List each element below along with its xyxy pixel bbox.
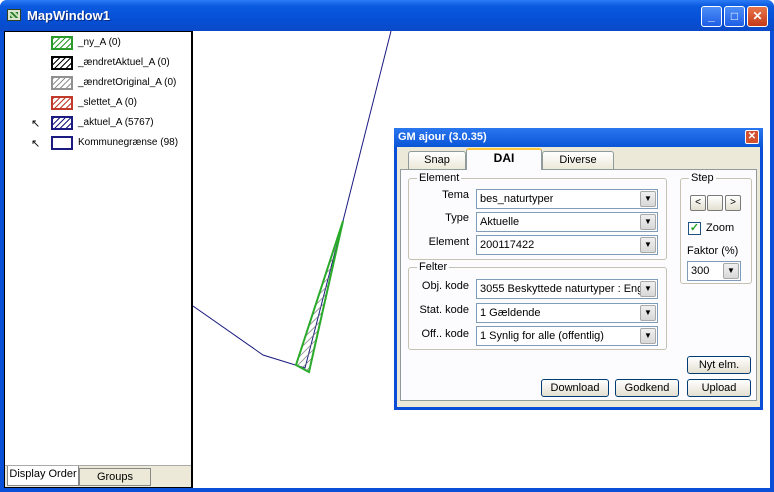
faktor-value: 300 (691, 265, 710, 277)
chevron-down-icon[interactable]: ▼ (640, 305, 656, 321)
faktor-select[interactable]: 300 ▼ (687, 261, 741, 281)
obj-kode-select[interactable]: 3055 Beskyttede naturtyper : Eng ▼ (476, 279, 658, 299)
felter-group-label: Felter (417, 261, 450, 273)
layer-symbol-icon (51, 76, 73, 90)
legend-layer[interactable]: ↖ Kommunegrænse (98) (5, 134, 191, 152)
gm-ajour-dialog: GM ajour (3.0.35) ✕ Snap DAI Diverse Ele… (394, 128, 763, 410)
pointer-icon: ↖ (31, 118, 41, 130)
upload-button[interactable]: Upload (687, 379, 751, 397)
dai-tab-pane: Element Tema bes_naturtyper ▼ Type Aktue… (400, 169, 757, 401)
selected-polygon (294, 220, 344, 374)
type-label: Type (445, 212, 469, 224)
obj-kode-value: 3055 Beskyttede naturtyper : Eng (480, 283, 640, 295)
stat-kode-value: 1 Gældende (480, 307, 541, 319)
chevron-down-icon[interactable]: ▼ (640, 281, 656, 297)
layer-symbol-icon (51, 116, 73, 130)
tema-value: bes_naturtyper (480, 193, 554, 205)
chevron-down-icon[interactable]: ▼ (640, 191, 656, 207)
tab-display-order[interactable]: Display Order (7, 466, 79, 486)
dialog-title: GM ajour (3.0.35) (398, 131, 487, 143)
download-button[interactable]: Download (541, 379, 609, 397)
layer-label: Kommunegrænse (98) (78, 137, 179, 148)
nyt-elm-button[interactable]: Nyt elm. (687, 356, 751, 374)
layer-label: _ændretAktuel_A (0) (78, 57, 170, 68)
layer-symbol-icon (51, 136, 73, 150)
dialog-close-button[interactable]: ✕ (745, 130, 759, 144)
legend-layer[interactable]: _slettet_A (0) (5, 94, 191, 112)
layer-label: _ændretOriginal_A (0) (78, 77, 177, 88)
obj-kode-label: Obj. kode (421, 280, 469, 292)
godkend-button[interactable]: Godkend (615, 379, 679, 397)
off-kode-select[interactable]: 1 Synlig for alle (offentlig) ▼ (476, 326, 658, 346)
legend-layer[interactable]: _ændretAktuel_A (0) (5, 54, 191, 72)
element-group-label: Element (417, 172, 462, 184)
layer-label: _aktuel_A (5767) (78, 117, 154, 128)
layer-symbol-icon (51, 96, 73, 110)
title-bar[interactable]: MapWindow1 _ □ ✕ (0, 0, 774, 31)
legend-tab-strip: Display Order Groups (5, 465, 191, 487)
minimize-button[interactable]: _ (701, 6, 722, 27)
pointer-icon: ↖ (31, 138, 41, 150)
zoom-checkbox[interactable]: ✓ (688, 222, 701, 235)
tema-select[interactable]: bes_naturtyper ▼ (476, 189, 658, 209)
step-group: Step < > ✓ Zoom Faktor (%) 300 ▼ (680, 172, 752, 284)
tema-label: Tema (442, 189, 469, 201)
tab-groups[interactable]: Groups (79, 468, 151, 486)
step-group-label: Step (689, 172, 716, 184)
step-forward-button[interactable]: > (725, 195, 741, 211)
layer-symbol-icon (51, 56, 73, 70)
type-select[interactable]: Aktuelle ▼ (476, 212, 658, 232)
tab-dai[interactable]: DAI (466, 148, 542, 170)
legend-panel: _ny_A (0) _ændretAktuel_A (0) _ændretOrigi… (4, 31, 193, 488)
close-button[interactable]: ✕ (747, 6, 768, 27)
dialog-title-bar[interactable]: GM ajour (3.0.35) ✕ (394, 128, 763, 147)
zoom-label: Zoom (706, 222, 735, 234)
maximize-button[interactable]: □ (724, 6, 745, 27)
legend-layer[interactable]: _ændretOriginal_A (0) (5, 74, 191, 92)
layer-label: _ny_A (0) (78, 37, 121, 48)
chevron-down-icon[interactable]: ▼ (640, 214, 656, 230)
stat-kode-select[interactable]: 1 Gældende ▼ (476, 303, 658, 323)
tab-snap[interactable]: Snap (408, 151, 466, 169)
element-label: Element (428, 236, 469, 248)
step-back-button[interactable]: < (690, 195, 706, 211)
map-app-icon (7, 9, 21, 21)
type-value: Aktuelle (480, 216, 520, 228)
step-middle-button[interactable] (707, 195, 723, 211)
off-kode-value: 1 Synlig for alle (offentlig) (480, 330, 604, 342)
chevron-down-icon[interactable]: ▼ (640, 237, 656, 253)
element-select[interactable]: 200117422 ▼ (476, 235, 658, 255)
tab-diverse[interactable]: Diverse (542, 151, 614, 169)
element-value: 200117422 (480, 239, 535, 251)
legend-layer[interactable]: _ny_A (0) (5, 34, 191, 52)
layer-label: _slettet_A (0) (78, 97, 137, 108)
chevron-down-icon[interactable]: ▼ (640, 328, 656, 344)
chevron-down-icon[interactable]: ▼ (723, 263, 739, 279)
element-group: Element Tema bes_naturtyper ▼ Type Aktue… (408, 172, 667, 260)
layer-symbol-icon (51, 36, 73, 50)
boundary-line (192, 30, 392, 369)
off-kode-label: Off.. kode (421, 328, 470, 340)
legend-layer[interactable]: ↖ _aktuel_A (5767) (5, 114, 191, 132)
faktor-label: Faktor (%) (687, 245, 739, 257)
stat-kode-label: Stat. kode (419, 304, 469, 316)
felter-group: Felter Obj. kode 3055 Beskyttede naturty… (408, 261, 667, 350)
window-title: MapWindow1 (27, 8, 110, 23)
